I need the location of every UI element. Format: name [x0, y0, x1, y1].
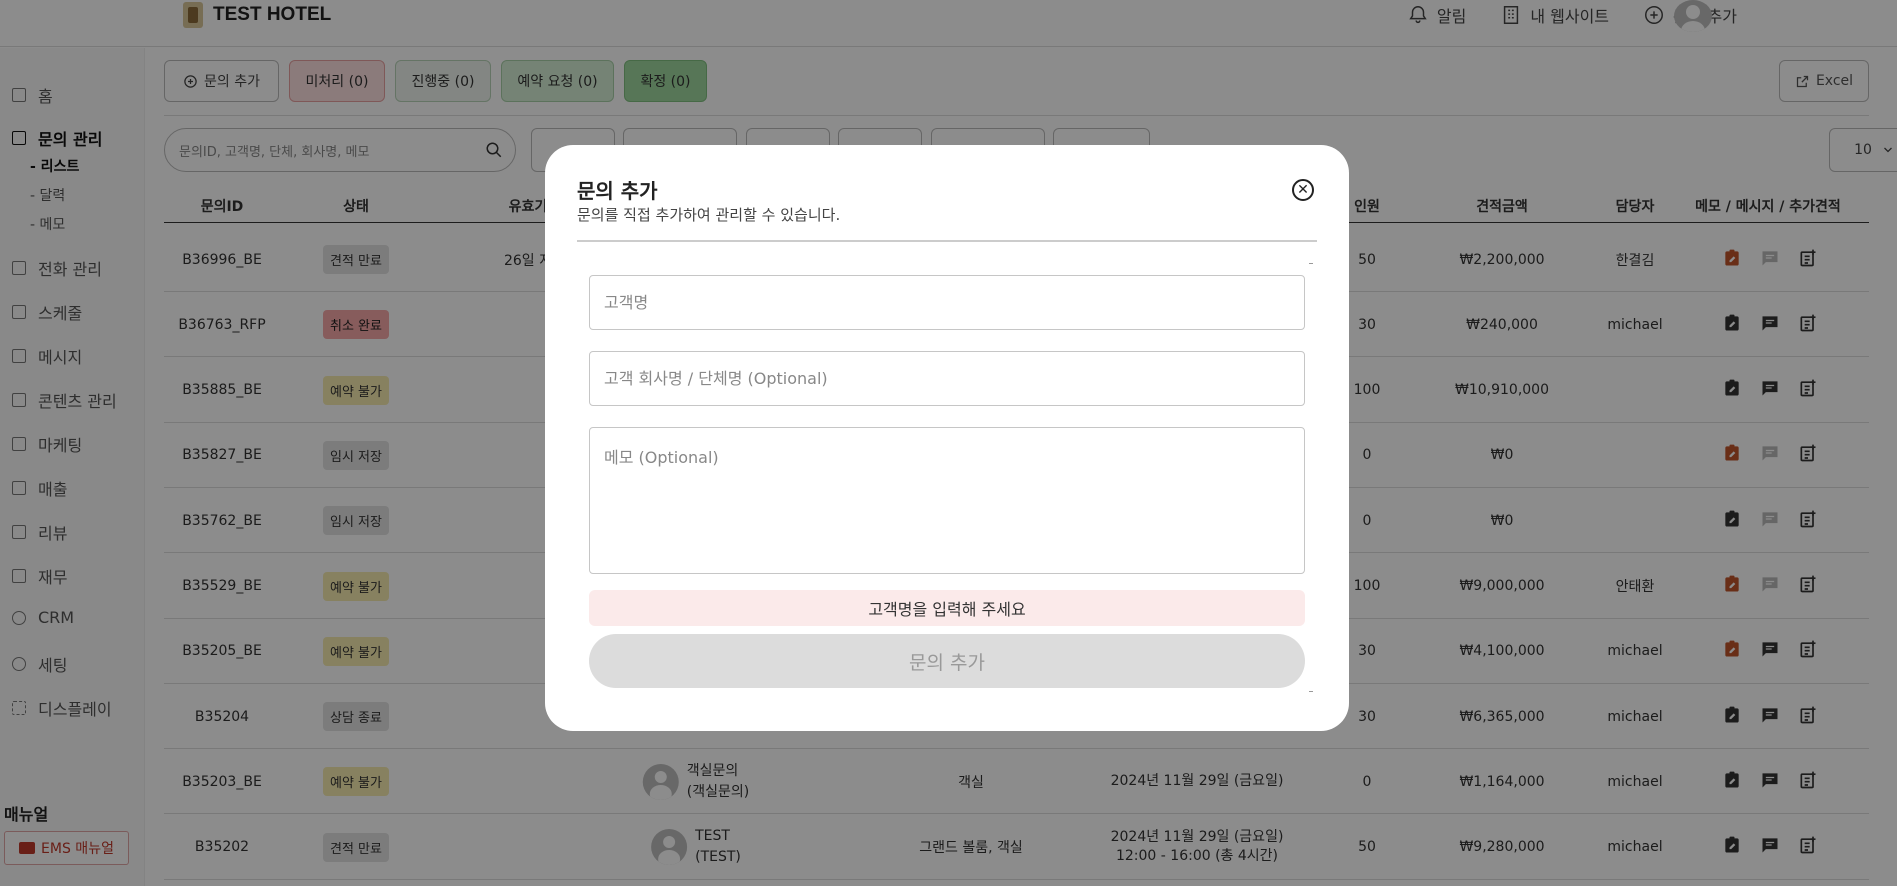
modal-subtitle: 문의를 직접 추가하여 관리할 수 있습니다. [577, 206, 841, 224]
close-icon: ✕ [1297, 182, 1309, 198]
add-inquiry-modal: 문의 추가 문의를 직접 추가하여 관리할 수 있습니다. ✕ 고객명을 입력해… [545, 145, 1349, 731]
scrollbar-bottom-marker [1309, 691, 1313, 692]
memo-textarea[interactable] [589, 427, 1305, 574]
scrollbar-top-marker [1309, 263, 1313, 264]
close-button[interactable]: ✕ [1292, 179, 1314, 201]
customer-name-input[interactable] [589, 275, 1305, 330]
company-name-input[interactable] [589, 351, 1305, 406]
submit-inquiry-button[interactable]: 문의 추가 [589, 634, 1305, 688]
modal-title: 문의 추가 [577, 179, 658, 203]
validation-alert: 고객명을 입력해 주세요 [589, 590, 1305, 626]
modal-divider [577, 240, 1317, 242]
